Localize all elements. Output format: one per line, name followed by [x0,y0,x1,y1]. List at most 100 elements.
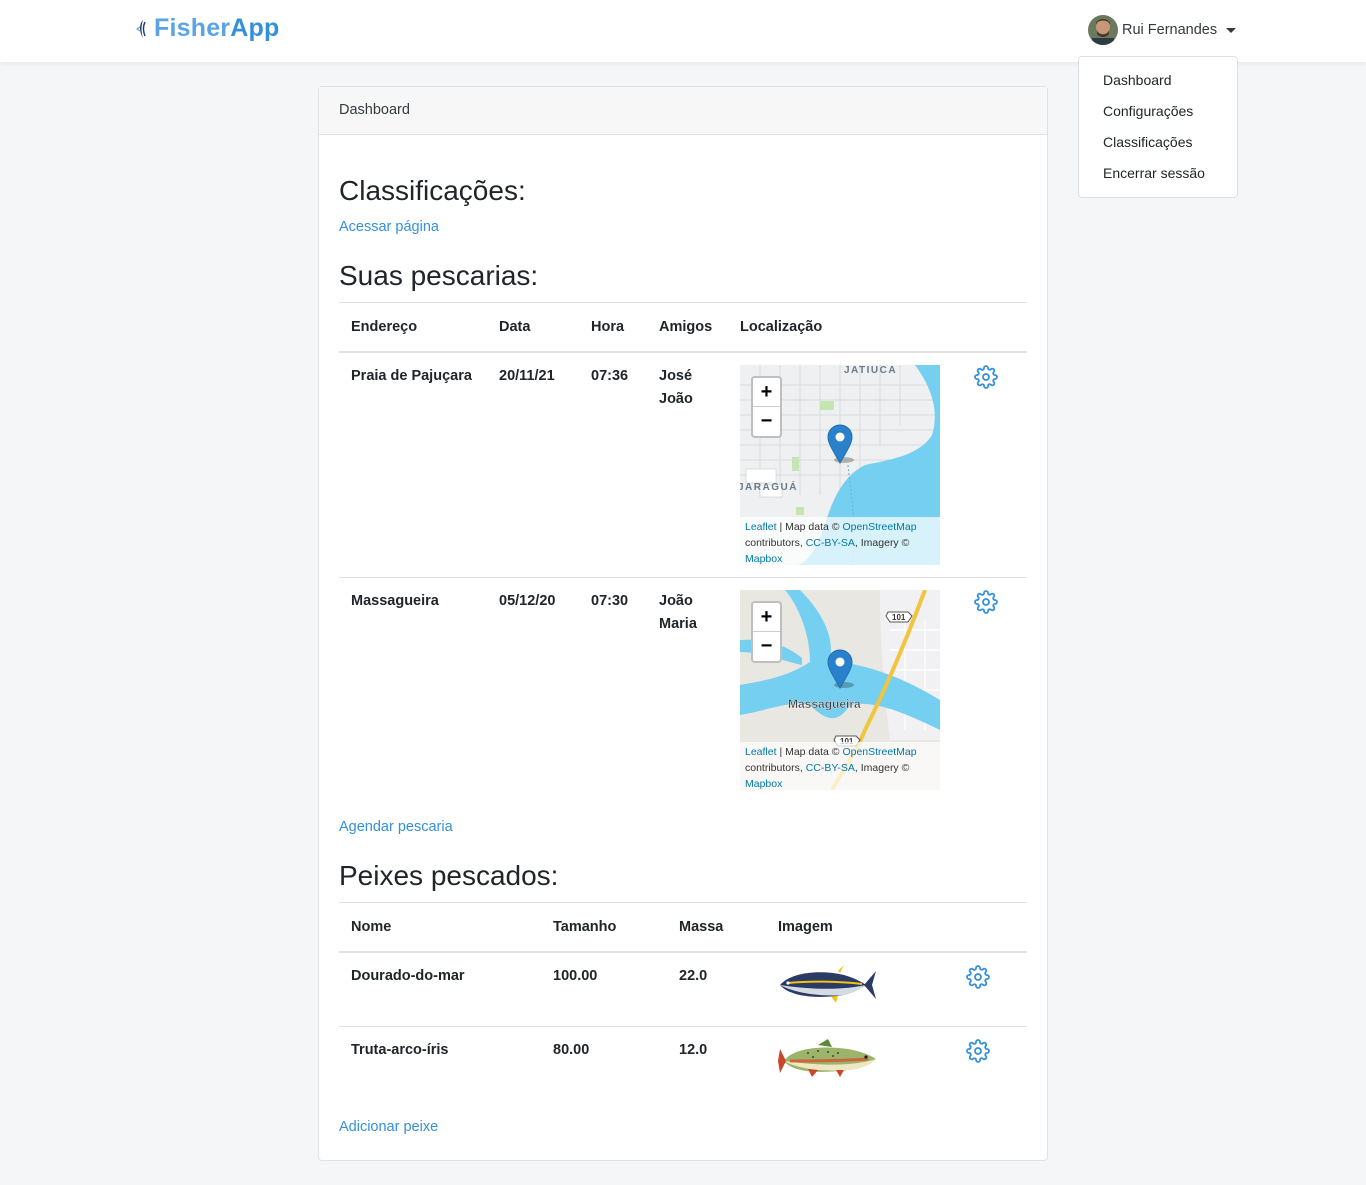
classificacoes-title: Classificações: [339,175,526,206]
mapbox-link[interactable]: Mapbox [745,553,782,565]
cell-actions [962,576,1027,802]
table-row: Truta-arco-íris 80.00 12.0 [339,1026,1027,1102]
adicionar-peixe-link[interactable]: Adicionar peixe [339,1119,438,1135]
gear-icon[interactable] [974,364,998,389]
chevron-down-icon [1226,28,1237,33]
cell-actions [962,352,1027,578]
table-row: Massagueira 05/12/20 07:30 João Maria 10… [339,576,1027,802]
cell-amigos: João Maria [647,576,728,802]
table-header-row: Endereço Data Hora Amigos Localização [339,302,1027,353]
map-label: JARAGUÁ [740,480,798,493]
fish-logo-icon [136,19,146,38]
mapbox-link[interactable]: Mapbox [745,778,782,790]
column-header-endereco: Endereço [339,302,487,353]
pescarias-table: Endereço Data Hora Amigos Localização Pr… [339,302,1027,802]
peixes-table: Nome Tamanho Massa Imagem Dourado-do-mar… [339,902,1027,1102]
route-label: 101 [892,613,906,622]
column-header-massa: Massa [667,902,766,953]
map-widget[interactable]: JATIUCA JARAGUÁ + − Leaflet | Map data ©… [740,364,940,565]
cell-localizacao: JATIUCA JARAGUÁ + − Leaflet | Map data ©… [728,352,962,578]
zoom-control: + − [751,600,782,663]
classificacoes-link[interactable]: Acessar página [339,219,439,235]
column-header-amigos: Amigos [647,302,728,353]
leaflet-link[interactable]: Leaflet [745,746,777,758]
attribution-text: contributors, [745,761,806,774]
column-header-hora: Hora [579,302,647,353]
trout-fish-image [778,1039,876,1077]
cell-endereco: Massagueira [339,576,487,802]
column-header-tamanho: Tamanho [541,902,667,953]
dashboard-card: Dashboard Classificações: Acessar página… [318,86,1048,1161]
map-label: Massagueira [788,697,861,711]
attribution-text: | Map data © [776,520,843,533]
friend-name: João [659,592,693,609]
cell-hora: 07:30 [579,576,647,802]
zoom-control: + − [751,375,782,438]
table-row: Praia de Pajuçara 20/11/21 07:36 José Jo… [339,352,1027,578]
zoom-in-button[interactable]: + [753,603,780,632]
peixes-title: Peixes pescados: [339,860,559,891]
table-header-row: Nome Tamanho Massa Imagem [339,902,1027,953]
table-row: Dourado-do-mar 100.00 22.0 [339,952,1027,1027]
cell-actions [954,952,1027,1027]
user-menu-toggle[interactable]: Rui Fernandes [1088,15,1237,45]
gear-icon[interactable] [966,1039,990,1063]
cell-imagem [766,952,954,1027]
column-header-nome: Nome [339,902,541,953]
column-header-data: Data [487,302,579,353]
cell-endereco: Praia de Pajuçara [351,367,472,384]
cell-hora: 07:36 [591,367,629,384]
map-attribution: Leaflet | Map data © OpenStreetMap contr… [740,516,940,565]
tuna-fish-image [780,964,876,1003]
zoom-out-button[interactable]: − [753,632,780,661]
cell-data: 20/11/21 [499,367,555,384]
card-header: Dashboard [319,87,1047,135]
attribution-text: , Imagery © [854,536,910,549]
user-dropdown-menu: Dashboard Configurações Classificações E… [1078,56,1238,198]
column-header-actions [954,902,1027,953]
menu-item-logout[interactable]: Encerrar sessão [1079,158,1237,189]
menu-item-configuracoes[interactable]: Configurações [1079,96,1237,127]
cell-massa: 12.0 [667,1026,766,1102]
brand-logo[interactable]: FisherApp [136,14,279,43]
map-attribution: Leaflet | Map data © OpenStreetMap contr… [740,741,940,790]
menu-item-dashboard[interactable]: Dashboard [1079,65,1237,96]
route-shield: 101 [885,611,913,622]
cell-nome: Dourado-do-mar [351,967,465,984]
friend-name: Maria [659,615,697,632]
zoom-in-button[interactable]: + [753,378,780,407]
gear-icon[interactable] [974,589,998,614]
attribution-text: | Map data © [776,745,843,758]
attribution-text: contributors, [745,536,806,549]
gear-icon[interactable] [966,964,990,989]
cell-data: 05/12/20 [487,576,579,802]
friend-name: José [659,367,693,384]
osm-link[interactable]: OpenStreetMap [842,521,916,533]
osm-link[interactable]: OpenStreetMap [842,746,916,758]
cell-tamanho: 100.00 [553,967,598,984]
user-name: Rui Fernandes [1122,22,1218,38]
top-navbar: FisherApp Rui Fernandes [0,0,1366,62]
brand-name-first: Fisher [154,14,231,42]
zoom-out-button[interactable]: − [753,407,780,436]
attribution-text: , Imagery © [854,761,910,774]
map-widget[interactable]: 101 101 Massagueira [740,589,940,790]
cell-tamanho: 80.00 [541,1026,667,1102]
cell-localizacao: 101 101 Massagueira [728,576,962,802]
cell-nome: Truta-arco-íris [339,1026,541,1102]
license-link[interactable]: CC-BY-SA [806,762,855,774]
brand-name-second: App [230,14,280,42]
pescarias-title: Suas pescarias: [339,260,539,291]
column-header-actions [962,302,1027,353]
cell-amigos: José João [647,352,728,578]
license-link[interactable]: CC-BY-SA [806,537,855,549]
menu-item-classificacoes[interactable]: Classificações [1079,127,1237,158]
column-header-localizacao: Localização [728,302,962,353]
agendar-pescaria-link[interactable]: Agendar pescaria [339,819,453,835]
cell-actions [954,1026,1027,1102]
avatar [1088,15,1118,45]
cell-massa: 22.0 [679,967,708,984]
friend-name: João [659,390,693,407]
cell-imagem [766,1026,954,1102]
leaflet-link[interactable]: Leaflet [745,521,777,533]
